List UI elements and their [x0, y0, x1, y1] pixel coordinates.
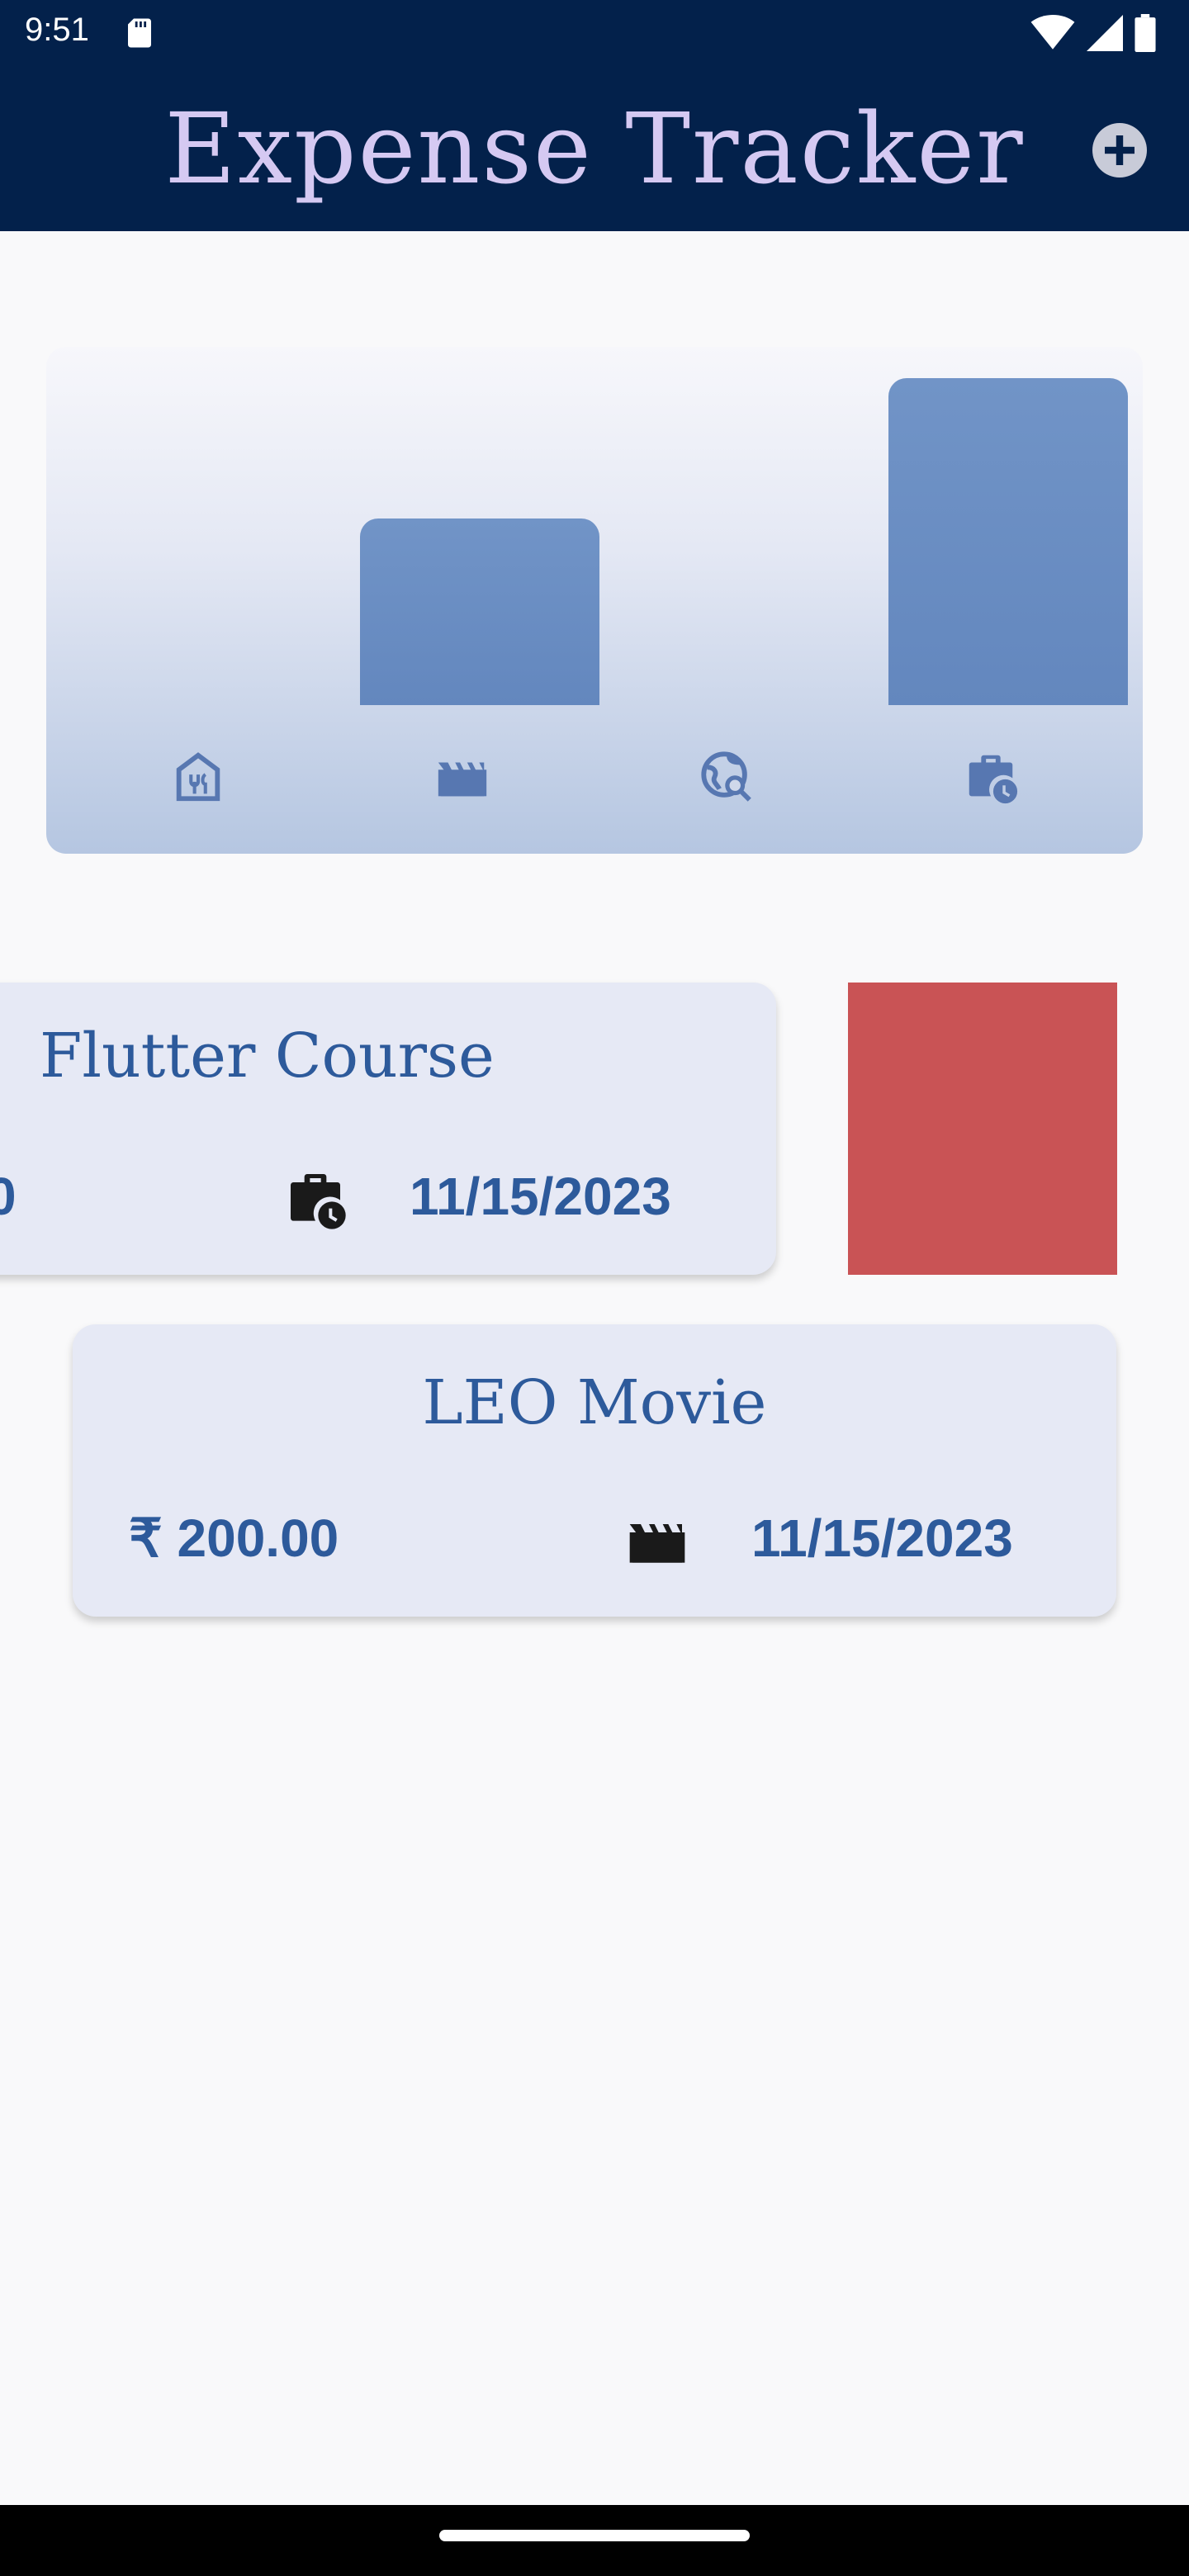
expense-card-leo-movie[interactable]: LEO Movie ₹ 200.00 11/15/2023: [73, 1324, 1116, 1617]
page-title: Expense Tracker: [164, 92, 1025, 206]
expense-card-flutter-course[interactable]: Flutter Course 0 11/15/2023: [0, 983, 776, 1275]
add-circle-icon[interactable]: [1090, 121, 1149, 180]
movie-icon: [629, 1524, 685, 1563]
expense-amount: ₹ 200.00: [129, 1508, 339, 1568]
expense-amount: 0: [0, 1167, 17, 1226]
wifi-icon: [1030, 15, 1075, 50]
expense-date: 11/15/2023: [410, 1167, 671, 1226]
expense-title: LEO Movie: [422, 1367, 767, 1438]
travel-explore-icon: [701, 751, 751, 802]
work-history-icon: [969, 755, 1018, 804]
dismiss-background: [848, 983, 1117, 1275]
expense-title: Flutter Course: [40, 1020, 495, 1091]
movie-icon: [438, 762, 487, 797]
home-gesture-handle[interactable]: [439, 2530, 750, 2541]
expense-chart: [46, 347, 1143, 854]
status-time: 9:51: [25, 12, 89, 48]
expense-date: 11/15/2023: [751, 1508, 1013, 1568]
app-bar: 9:51 Expense Tracker: [0, 0, 1189, 231]
status-icons: [1030, 13, 1156, 53]
battery-icon: [1135, 14, 1156, 52]
chart-bar-leisure: [360, 519, 599, 705]
chart-bar-work: [888, 378, 1128, 705]
work-history-icon: [291, 1174, 346, 1229]
signal-icon: [1087, 15, 1123, 51]
sd-card-icon: [128, 18, 151, 48]
restaurant-icon: [176, 752, 220, 802]
